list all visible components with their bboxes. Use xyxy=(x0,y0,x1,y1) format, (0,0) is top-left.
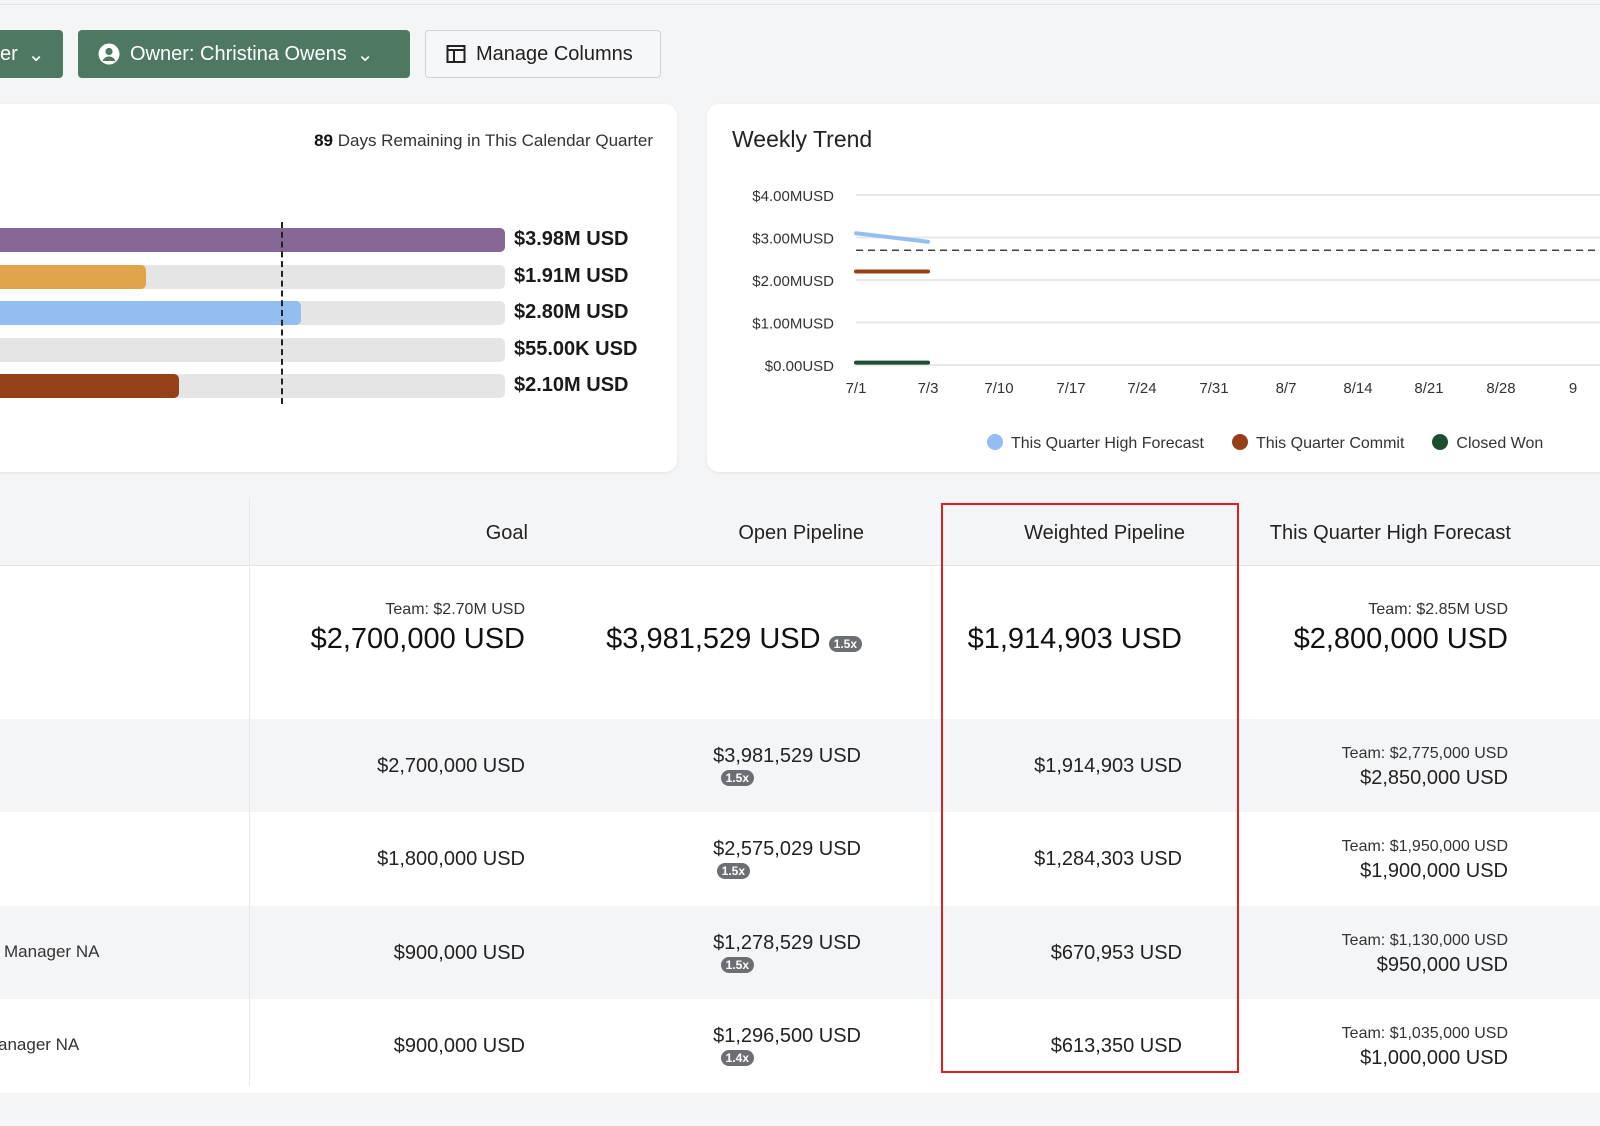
x-tick-label: 8/21 xyxy=(1414,380,1443,397)
chevron-down-icon: ⌄ xyxy=(356,43,374,66)
forecast-table: Goal Open Pipeline Weighted Pipeline Thi… xyxy=(0,498,1600,1093)
header-goal[interactable]: Goal xyxy=(486,522,528,545)
hf-team: Team: $2.85M USD xyxy=(1368,601,1508,618)
days-remaining: 89 Days Remaining in This Calendar Quart… xyxy=(314,131,653,150)
row-coverage-badge: 1.4x xyxy=(720,1049,754,1067)
table-row[interactable]: $1,800,000 USD $2,575,029 USD 1.5x $1,28… xyxy=(0,812,1600,907)
coverage-badge: 1.5x xyxy=(828,636,862,652)
weekly-trend-chart: $4.00MUSD $3.00MUSD $2.00MUSD $1.00MUSD $0.0… xyxy=(752,188,1600,397)
goal-total: $2,700,000 USD xyxy=(310,623,525,655)
highlight-box xyxy=(941,503,1239,1073)
x-tick-label: 8/28 xyxy=(1486,380,1515,397)
quarter-progress-card: 89 Days Remaining in This Calendar Quart… xyxy=(0,104,677,472)
row-open-pipeline: $2,575,029 USD xyxy=(713,838,861,861)
user-circle-icon xyxy=(98,43,120,65)
x-tick-label: 7/31 xyxy=(1199,380,1228,397)
table-row[interactable]: Manager NA $900,000 USD $1,278,529 USD 1… xyxy=(0,905,1600,1000)
table-row[interactable]: anager NA $900,000 USD $1,296,500 USD 1.… xyxy=(0,998,1600,1093)
legend-dot-icon xyxy=(1231,434,1248,450)
x-tick-label: 7/3 xyxy=(918,380,939,397)
row-high-forecast: $1,000,000 USD xyxy=(1360,1046,1508,1069)
summary-row: Team: $2.70M USD $2,700,000 USD $3,981,5… xyxy=(0,567,1600,719)
progress-bar-track xyxy=(0,228,506,252)
x-tick-label: 8/7 xyxy=(1276,380,1297,397)
weekly-trend-card: Weekly Trend $4.00MUSD $3.00MUSD $2.00MUSD… xyxy=(707,104,1600,472)
progress-bar-track xyxy=(0,337,505,362)
legend-item[interactable]: Closed Won xyxy=(1432,434,1543,453)
hf-total: $2,800,000 USD xyxy=(1293,623,1508,655)
filter-dropdown-button[interactable]: er ⌄ xyxy=(0,30,63,78)
progress-bar-label: $2.80M USD xyxy=(514,301,629,323)
goal-team: Team: $2.70M USD xyxy=(385,601,525,618)
row-hf-team: Team: $1,130,000 USD xyxy=(1341,931,1508,949)
open-pipeline-total: $3,981,529 USD 1.5x xyxy=(606,623,862,656)
row-hf-team: Team: $2,775,000 USD xyxy=(1341,745,1508,762)
row-goal: $900,000 USD xyxy=(393,1034,525,1057)
progress-bar-fill xyxy=(0,228,506,252)
manage-columns-label: Manage Columns xyxy=(476,42,633,65)
row-high-forecast: $1,900,000 USD xyxy=(1360,860,1508,883)
progress-bar-label: $1.91M USD xyxy=(514,264,629,287)
table-row[interactable]: $2,700,000 USD $3,981,529 USD 1.5x $1,91… xyxy=(0,719,1600,813)
goal-marker xyxy=(281,222,284,404)
progress-bar-track xyxy=(0,301,505,325)
row-high-forecast: $2,850,000 USD xyxy=(1360,767,1508,789)
row-goal: $1,800,000 USD xyxy=(377,848,525,871)
progress-bar-label: $55.00K USD xyxy=(514,337,638,360)
x-tick-label: 7/10 xyxy=(984,380,1013,397)
y-tick-label: $0.00USD xyxy=(765,358,834,375)
progress-bar-track xyxy=(0,264,505,289)
y-tick-label: $3.00MUSD xyxy=(752,231,834,248)
progress-bar-fill xyxy=(0,264,147,289)
column-divider xyxy=(249,498,250,1086)
progress-bar-track xyxy=(0,374,505,398)
row-coverage-badge: 1.5x xyxy=(716,862,750,880)
header-open-pipeline[interactable]: Open Pipeline xyxy=(738,522,864,545)
manage-columns-button[interactable]: Manage Columns xyxy=(425,30,661,78)
owner-dropdown-button[interactable]: Owner: Christina Owens ⌄ xyxy=(78,30,410,78)
row-coverage-badge: 1.5x xyxy=(720,956,754,974)
columns-icon xyxy=(446,45,466,63)
x-tick-label: 7/17 xyxy=(1056,380,1085,397)
x-tick-label: 9 xyxy=(1569,380,1577,397)
legend-dot-icon xyxy=(1432,434,1449,450)
header-high-forecast[interactable]: This Quarter High Forecast xyxy=(1270,522,1511,545)
row-high-forecast: $950,000 USD xyxy=(1376,953,1508,976)
y-tick-label: $4.00MUSD xyxy=(752,188,834,205)
row-coverage-badge: 1.5x xyxy=(720,769,754,787)
chart-legend: This Quarter High Forecast This Quarter C… xyxy=(987,434,1543,453)
progress-bar-label: $3.98M USD xyxy=(514,228,629,250)
row-hf-team: Team: $1,035,000 USD xyxy=(1341,1024,1508,1042)
legend-item[interactable]: This Quarter Commit xyxy=(1231,434,1404,453)
filter-label: er xyxy=(0,42,18,65)
row-open-pipeline: $1,278,529 USD xyxy=(713,931,861,954)
legend-dot-icon xyxy=(987,434,1003,450)
top-divider xyxy=(0,4,1600,5)
x-tick-label: 8/14 xyxy=(1343,380,1372,397)
row-goal: $2,700,000 USD xyxy=(377,755,525,777)
y-tick-label: $1.00MUSD xyxy=(752,316,834,333)
legend-item[interactable]: This Quarter High Forecast xyxy=(987,434,1204,453)
progress-bar-label: $2.10M USD xyxy=(514,374,629,396)
row-open-pipeline: $3,981,529 USD xyxy=(713,745,861,767)
progress-bar-fill xyxy=(0,301,301,325)
row-name: Manager NA xyxy=(4,941,100,961)
x-tick-label: 7/24 xyxy=(1127,380,1156,397)
row-name: anager NA xyxy=(0,1034,80,1054)
progress-bar-fill xyxy=(0,374,180,398)
table-header: Goal Open Pipeline Weighted Pipeline Thi… xyxy=(0,498,1600,566)
owner-label: Owner: Christina Owens xyxy=(130,42,347,65)
x-tick-label: 7/1 xyxy=(846,380,867,397)
chevron-down-icon: ⌄ xyxy=(27,43,45,66)
row-open-pipeline: $1,296,500 USD xyxy=(713,1024,861,1047)
row-goal: $900,000 USD xyxy=(393,941,525,964)
row-hf-team: Team: $1,950,000 USD xyxy=(1341,838,1508,856)
y-tick-label: $2.00MUSD xyxy=(752,273,834,290)
